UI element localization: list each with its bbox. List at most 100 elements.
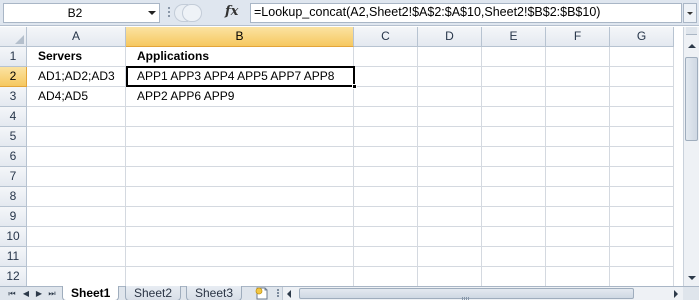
cell-e9[interactable]	[482, 207, 546, 227]
cell-c3[interactable]	[354, 87, 418, 107]
cell-f1[interactable]	[546, 47, 610, 67]
cell-a11[interactable]	[27, 247, 126, 267]
cell-c7[interactable]	[354, 167, 418, 187]
cell-e5[interactable]	[482, 127, 546, 147]
cell-b2[interactable]: APP1 APP3 APP4 APP5 APP7 APP8	[126, 67, 354, 87]
select-all-button[interactable]	[0, 27, 27, 47]
cell-g12[interactable]	[610, 267, 674, 286]
cell-e7[interactable]	[482, 167, 546, 187]
cell-g8[interactable]	[610, 187, 674, 207]
cell-g3[interactable]	[610, 87, 674, 107]
cell-d9[interactable]	[418, 207, 482, 227]
cell-b11[interactable]	[126, 247, 354, 267]
namebox-dropdown-icon[interactable]	[148, 11, 156, 15]
cell-f4[interactable]	[546, 107, 610, 127]
cell-b4[interactable]	[126, 107, 354, 127]
cell-g4[interactable]	[610, 107, 674, 127]
cell-a4[interactable]	[27, 107, 126, 127]
cell-b6[interactable]	[126, 147, 354, 167]
cell-d12[interactable]	[418, 267, 482, 286]
cell-c6[interactable]	[354, 147, 418, 167]
cell-e2[interactable]	[482, 67, 546, 87]
cell-e6[interactable]	[482, 147, 546, 167]
cell-e3[interactable]	[482, 87, 546, 107]
row-header-7[interactable]: 7	[0, 167, 27, 187]
cell-g10[interactable]	[610, 227, 674, 247]
scroll-up-icon[interactable]	[685, 39, 698, 53]
cell-d5[interactable]	[418, 127, 482, 147]
cell-b9[interactable]	[126, 207, 354, 227]
cell-b5[interactable]	[126, 127, 354, 147]
cell-c10[interactable]	[354, 227, 418, 247]
row-header-3[interactable]: 3	[0, 87, 27, 107]
row-header-9[interactable]: 9	[0, 207, 27, 227]
cell-f2[interactable]	[546, 67, 610, 87]
cell-e10[interactable]	[482, 227, 546, 247]
cell-f3[interactable]	[546, 87, 610, 107]
cell-a8[interactable]	[27, 187, 126, 207]
column-header-c[interactable]: C	[354, 27, 418, 47]
cell-c4[interactable]	[354, 107, 418, 127]
insert-sheet-icon[interactable]	[254, 287, 272, 300]
cell-g1[interactable]	[610, 47, 674, 67]
horizontal-scroll-thumb[interactable]	[299, 288, 634, 300]
column-header-b[interactable]: B	[126, 27, 354, 47]
cell-d7[interactable]	[418, 167, 482, 187]
tab-sheet2[interactable]: Sheet2	[125, 286, 182, 300]
name-box[interactable]: B2	[3, 3, 160, 23]
first-sheet-icon[interactable]: ⏮	[6, 288, 18, 299]
scroll-down-icon[interactable]	[685, 271, 698, 285]
cell-d3[interactable]	[418, 87, 482, 107]
column-header-e[interactable]: E	[482, 27, 546, 47]
cell-g11[interactable]	[610, 247, 674, 267]
cell-c5[interactable]	[354, 127, 418, 147]
cell-c1[interactable]	[354, 47, 418, 67]
cell-a1[interactable]: Servers	[27, 47, 126, 67]
cell-a6[interactable]	[27, 147, 126, 167]
cell-a10[interactable]	[27, 227, 126, 247]
cell-d2[interactable]	[418, 67, 482, 87]
cell-a12[interactable]	[27, 267, 126, 286]
cell-b1[interactable]: Applications	[126, 47, 354, 67]
cell-e11[interactable]	[482, 247, 546, 267]
cell-f9[interactable]	[546, 207, 610, 227]
row-header-11[interactable]: 11	[0, 247, 27, 267]
cell-e12[interactable]	[482, 267, 546, 286]
cell-c11[interactable]	[354, 247, 418, 267]
prev-sheet-icon[interactable]: ◀	[20, 288, 32, 299]
cell-g9[interactable]	[610, 207, 674, 227]
vertical-scrollbar[interactable]	[683, 27, 699, 286]
row-header-6[interactable]: 6	[0, 147, 27, 167]
vertical-split-handle[interactable]	[686, 27, 697, 35]
row-header-5[interactable]: 5	[0, 127, 27, 147]
cell-g7[interactable]	[610, 167, 674, 187]
row-header-8[interactable]: 8	[0, 187, 27, 207]
cell-c2[interactable]	[354, 67, 418, 87]
cell-a9[interactable]	[27, 207, 126, 227]
cell-d10[interactable]	[418, 227, 482, 247]
cell-f6[interactable]	[546, 147, 610, 167]
row-header-10[interactable]: 10	[0, 227, 27, 247]
cell-d11[interactable]	[418, 247, 482, 267]
vertical-scroll-thumb[interactable]	[685, 57, 698, 141]
formula-expand-button[interactable]	[683, 3, 697, 23]
cell-f11[interactable]	[546, 247, 610, 267]
cell-c9[interactable]	[354, 207, 418, 227]
cell-f8[interactable]	[546, 187, 610, 207]
cell-a7[interactable]	[27, 167, 126, 187]
cell-e1[interactable]	[482, 47, 546, 67]
cell-d4[interactable]	[418, 107, 482, 127]
cell-b12[interactable]	[126, 267, 354, 286]
cell-f7[interactable]	[546, 167, 610, 187]
cell-e8[interactable]	[482, 187, 546, 207]
tab-sheet3[interactable]: Sheet3	[186, 286, 243, 300]
formula-input[interactable]: =Lookup_concat(A2,Sheet2!$A$2:$A$10,Shee…	[250, 3, 682, 23]
last-sheet-icon[interactable]: ⏭	[46, 288, 58, 299]
cell-f12[interactable]	[546, 267, 610, 286]
column-header-d[interactable]: D	[418, 27, 482, 47]
cell-b8[interactable]	[126, 187, 354, 207]
scroll-left-icon[interactable]	[283, 287, 297, 300]
cell-a3[interactable]: AD4;AD5	[27, 87, 126, 107]
column-header-a[interactable]: A	[27, 27, 126, 47]
tab-split-handle[interactable]	[276, 288, 280, 299]
